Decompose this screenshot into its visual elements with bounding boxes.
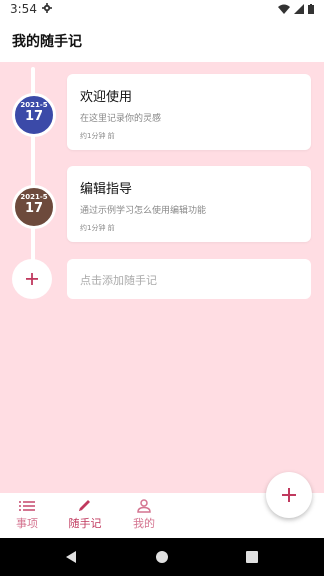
add-fab-button[interactable] [266, 472, 312, 518]
nav-label: 我的 [133, 517, 155, 530]
timeline-content: 2021-5 17 欢迎使用 在这里记录你的灵感 约1分钟 前 2021-5 1… [0, 62, 324, 493]
date-day: 17 [24, 201, 44, 216]
app-bar: 我的随手记 [0, 20, 324, 62]
note-card[interactable]: 编辑指导 通过示例学习怎么使用编辑功能 约1分钟 前 [67, 166, 311, 242]
note-description: 通过示例学习怎么使用编辑功能 [80, 206, 207, 216]
date-circle: 2021-5 17 [12, 185, 56, 229]
add-note-row[interactable]: 点击添加随手记 [67, 259, 311, 299]
note-time: 约1分钟 前 [80, 224, 115, 232]
page-title: 我的随手记 [12, 34, 82, 50]
status-bar: 3:54 [0, 0, 324, 20]
gear-icon [42, 3, 52, 13]
date-year-month: 2021-5 [20, 101, 48, 109]
add-note-placeholder: 点击添加随手记 [80, 274, 157, 287]
note-time: 约1分钟 前 [80, 132, 115, 140]
status-time: 3:54 [10, 2, 37, 16]
note-description: 在这里记录你的灵感 [80, 114, 162, 124]
system-nav-bar [0, 538, 324, 576]
note-title: 编辑指导 [80, 182, 133, 197]
plus-icon [282, 488, 296, 502]
pencil-icon [79, 500, 90, 511]
nav-label: 随手记 [68, 517, 102, 530]
home-icon[interactable] [155, 550, 169, 564]
nav-item-notes[interactable]: 随手记 [60, 499, 110, 531]
note-title: 欢迎使用 [80, 90, 133, 105]
nav-label: 事项 [16, 517, 38, 530]
date-year-month: 2021-5 [20, 193, 48, 201]
date-day: 17 [24, 109, 44, 124]
list-icon [19, 501, 35, 511]
nav-item-tasks[interactable]: 事项 [2, 499, 52, 531]
nav-item-profile[interactable]: 我的 [119, 499, 169, 531]
signal-icon [294, 4, 304, 14]
add-note-circle-button[interactable] [12, 259, 52, 299]
back-icon[interactable] [64, 550, 78, 564]
date-circle: 2021-5 17 [12, 93, 56, 137]
note-card[interactable]: 欢迎使用 在这里记录你的灵感 约1分钟 前 [67, 74, 311, 150]
recents-icon[interactable] [245, 550, 259, 564]
person-icon [137, 499, 151, 513]
plus-icon [26, 273, 38, 285]
battery-icon [308, 4, 314, 14]
wifi-icon [278, 4, 290, 14]
